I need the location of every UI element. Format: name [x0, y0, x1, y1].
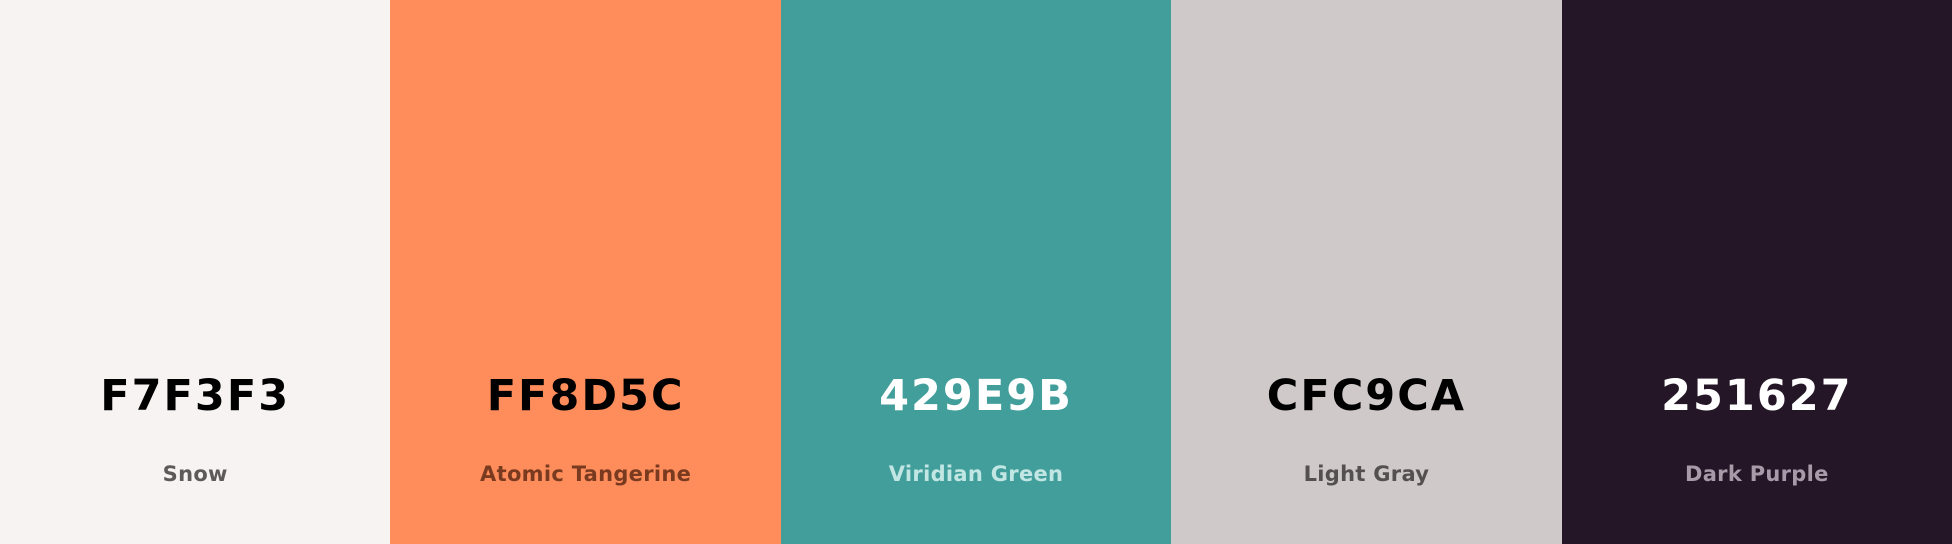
swatch-hex-code: F7F3F3: [100, 371, 291, 421]
swatch-atomic-tangerine[interactable]: FF8D5C Atomic Tangerine: [390, 0, 781, 544]
swatch-hex-code: FF8D5C: [486, 371, 685, 421]
swatch-light-gray[interactable]: CFC9CA Light Gray: [1171, 0, 1562, 544]
swatch-hex-code: 429E9B: [879, 371, 1073, 421]
swatch-color-name: Light Gray: [1303, 462, 1430, 486]
swatch-color-name: Snow: [162, 462, 228, 486]
color-palette: F7F3F3 Snow FF8D5C Atomic Tangerine 429E…: [0, 0, 1952, 544]
swatch-dark-purple[interactable]: 251627 Dark Purple: [1561, 0, 1952, 544]
swatch-color-name: Dark Purple: [1684, 462, 1829, 486]
swatch-viridian-green[interactable]: 429E9B Viridian Green: [780, 0, 1172, 544]
swatch-hex-code: 251627: [1661, 371, 1853, 421]
swatch-hex-code: CFC9CA: [1266, 371, 1467, 421]
swatch-color-name: Viridian Green: [888, 462, 1064, 486]
swatch-snow[interactable]: F7F3F3 Snow: [0, 0, 391, 544]
swatch-color-name: Atomic Tangerine: [480, 462, 692, 486]
